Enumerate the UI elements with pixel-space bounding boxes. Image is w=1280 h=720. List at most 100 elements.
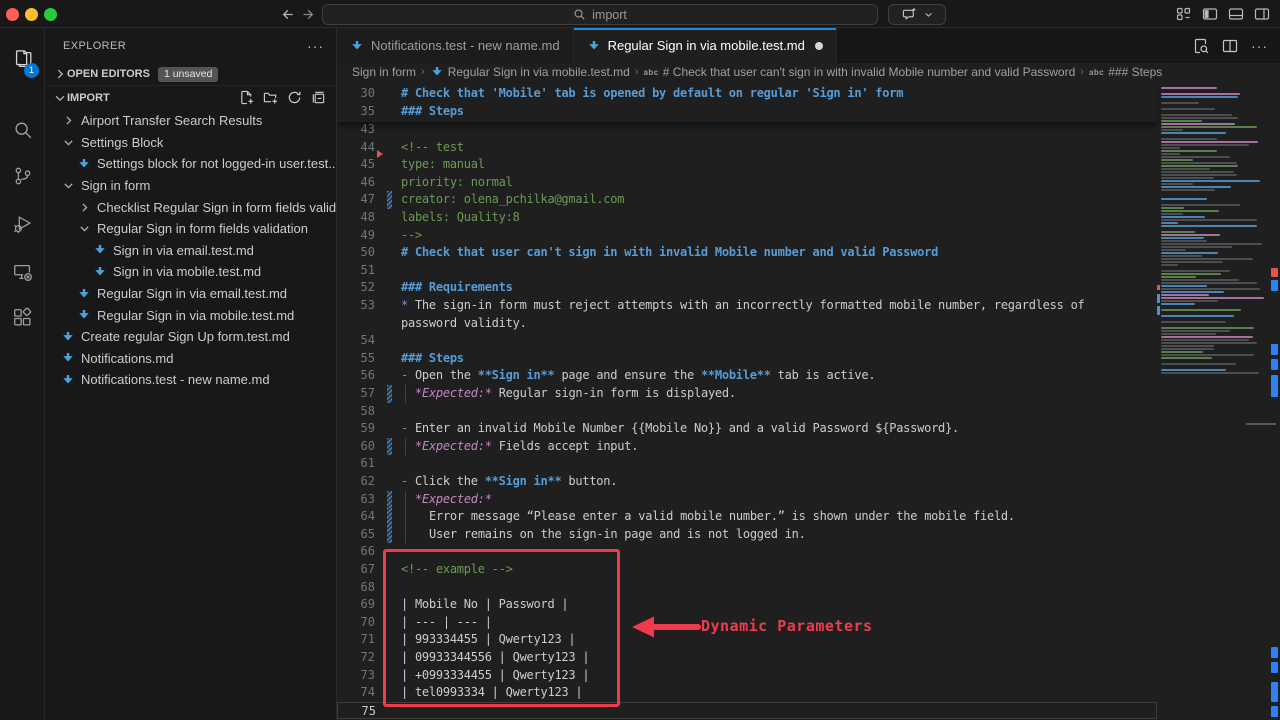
refresh-explorer-icon[interactable] [286,90,302,106]
code-text: labels: Quality:8 [401,209,520,227]
customize-layout-icon[interactable] [1175,6,1192,23]
sticky-scroll[interactable]: 30# Check that 'Mobile' tab is opened by… [337,85,1157,122]
code-line-wrap[interactable]: password validity. [337,315,1157,333]
code-text: --> [401,227,422,245]
code-text: *Expected:* Regular sign-in form is disp… [415,385,736,403]
code-text: creator: olena_pchilka@gmail.com [401,191,624,209]
explorer-more-actions-icon[interactable]: ··· [307,38,324,54]
tree-item-checklist-regular-sign-in-form-fields-vali[interactable]: Checklist Regular Sign in form fields va… [45,196,336,218]
tree-item-sign-in-via-email-test-md[interactable]: Sign in via email.test.md [45,240,336,262]
overview-ruler[interactable] [1269,81,1280,720]
tab-notifications-test-new-name-md[interactable]: Notifications.test - new name.md [337,28,574,63]
code-line-53[interactable]: 53* The sign-in form must reject attempt… [337,297,1157,315]
code-line-50[interactable]: 50# Check that user can't sign in with i… [337,244,1157,262]
code-line-43[interactable]: 43 [337,121,1157,139]
code-line-58[interactable]: 58 [337,403,1157,421]
breadcrumb-item[interactable]: abc### Steps [1089,65,1162,79]
tree-item-regular-sign-in-via-email-test-md[interactable]: Regular Sign in via email.test.md [45,283,336,305]
toggle-primary-sidebar-icon[interactable] [1201,6,1218,23]
navigate-back-button[interactable] [276,4,296,24]
window-zoom-button[interactable] [44,8,57,21]
breadcrumb[interactable]: Sign in form›Regular Sign in via mobile.… [337,63,1280,81]
code-line-51[interactable]: 51 [337,262,1157,280]
collapse-folders-icon[interactable] [310,90,326,106]
new-file-icon[interactable] [238,90,254,106]
code-line-57[interactable]: 57*Expected:* Regular sign-in form is di… [337,385,1157,403]
command-center-search[interactable]: import [322,4,878,25]
sidebar-title: EXPLORER [63,40,126,52]
tree-item-notifications-md[interactable]: Notifications.md [45,348,336,370]
tree-item-regular-sign-in-via-mobile-test-md[interactable]: Regular Sign in via mobile.test.md [45,304,336,326]
code-line-48[interactable]: 48labels: Quality:8 [337,209,1157,227]
window-close-button[interactable] [6,8,19,21]
minimap-line [1161,198,1207,200]
tree-item-settings-block[interactable]: Settings Block [45,132,336,154]
tree-item-create-regular-sign-up-form-test-md[interactable]: Create regular Sign Up form.test.md [45,326,336,348]
tree-item-label: Notifications.md [81,351,173,366]
editor-more-actions-icon[interactable]: ··· [1251,38,1268,54]
source-control-view-icon[interactable] [0,156,45,196]
sticky-line-35[interactable]: 35### Steps [337,103,1157,121]
remote-explorer-view-icon[interactable] [0,252,45,292]
code-line-61[interactable]: 61 [337,455,1157,473]
tab-regular-sign-in-via-mobile-test-md[interactable]: Regular Sign in via mobile.test.md [574,28,837,63]
code-line-54[interactable]: 54 [337,332,1157,350]
minimap-line [1161,216,1205,218]
window-minimize-button[interactable] [25,8,38,21]
line-number: 66 [345,543,375,561]
code-line-62[interactable]: 62- Click the **Sign in** button. [337,473,1157,491]
sticky-line-30[interactable]: 30# Check that 'Mobile' tab is opened by… [337,85,1157,103]
open-preview-icon[interactable] [1193,38,1209,54]
code-line-55[interactable]: 55### Steps [337,350,1157,368]
line-number: 50 [345,244,375,262]
tree-item-settings-block-for-not-logged-in-user-test[interactable]: Settings block for not logged-in user.te… [45,153,336,175]
line-number: 60 [345,438,375,456]
run-and-debug-view-icon[interactable] [0,204,45,244]
code-line-65[interactable]: 65User remains on the sign-in page and i… [337,526,1157,544]
copilot-menu-button[interactable] [888,4,946,25]
code-line-64[interactable]: 64Error message “Please enter a valid mo… [337,508,1157,526]
import-section-header[interactable]: IMPORT [45,85,336,109]
toggle-secondary-sidebar-icon[interactable] [1253,6,1270,23]
line-number: 74 [345,684,375,702]
extensions-view-icon[interactable] [0,298,45,338]
code-line-47[interactable]: 47creator: olena_pchilka@gmail.com [337,191,1157,209]
minimap-line [1161,174,1237,176]
minimap-line [1161,276,1196,278]
code-line-46[interactable]: 46priority: normal [337,174,1157,192]
breadcrumb-item[interactable]: Sign in form [352,65,416,79]
unsaved-dot-icon[interactable] [815,42,823,50]
minimap-line [1161,279,1239,281]
code-line-56[interactable]: 56- Open the **Sign in** page and ensure… [337,367,1157,385]
code-line-44[interactable]: 44<!-- test [337,139,1157,157]
minimap[interactable] [1157,85,1269,385]
minimap-line [1161,333,1216,335]
scrollbar-slider-edge[interactable] [1246,423,1276,425]
tree-item-airport-transfer-search-results[interactable]: Airport Transfer Search Results [45,110,336,132]
tree-item-notifications-test-new-name-md[interactable]: Notifications.test - new name.md [45,369,336,391]
breadcrumb-item[interactable]: abc# Check that user can't sign in with … [643,65,1075,79]
open-editors-section[interactable]: OPEN EDITORS 1 unsaved [45,63,336,85]
tree-item-sign-in-via-mobile-test-md[interactable]: Sign in via mobile.test.md [45,261,336,283]
code-line-59[interactable]: 59- Enter an invalid Mobile Number {{Mob… [337,420,1157,438]
line-number: 56 [345,367,375,385]
split-editor-icon[interactable] [1222,38,1238,54]
toggle-panel-icon[interactable] [1227,6,1244,23]
line-number: 61 [345,455,375,473]
navigate-forward-button[interactable] [299,4,319,24]
line-number: 49 [345,227,375,245]
tree-item-regular-sign-in-form-fields-validation[interactable]: Regular Sign in form fields validation [45,218,336,240]
search-view-icon[interactable] [0,110,45,150]
new-folder-icon[interactable] [262,90,278,106]
code-line-63[interactable]: 63*Expected:* [337,491,1157,509]
code-line-52[interactable]: 52### Requirements [337,279,1157,297]
explorer-view-icon[interactable]: 1 [0,40,45,80]
minimap-line [1161,222,1178,224]
code-line-60[interactable]: 60*Expected:* Fields accept input. [337,438,1157,456]
code-line-45[interactable]: 45type: manual [337,156,1157,174]
minimap-line [1161,141,1258,143]
breadcrumb-item[interactable]: Regular Sign in via mobile.test.md [430,65,630,79]
tree-item-sign-in-form[interactable]: Sign in form [45,175,336,197]
minimap-line [1161,114,1232,116]
code-line-49[interactable]: 49 --> [337,227,1157,245]
